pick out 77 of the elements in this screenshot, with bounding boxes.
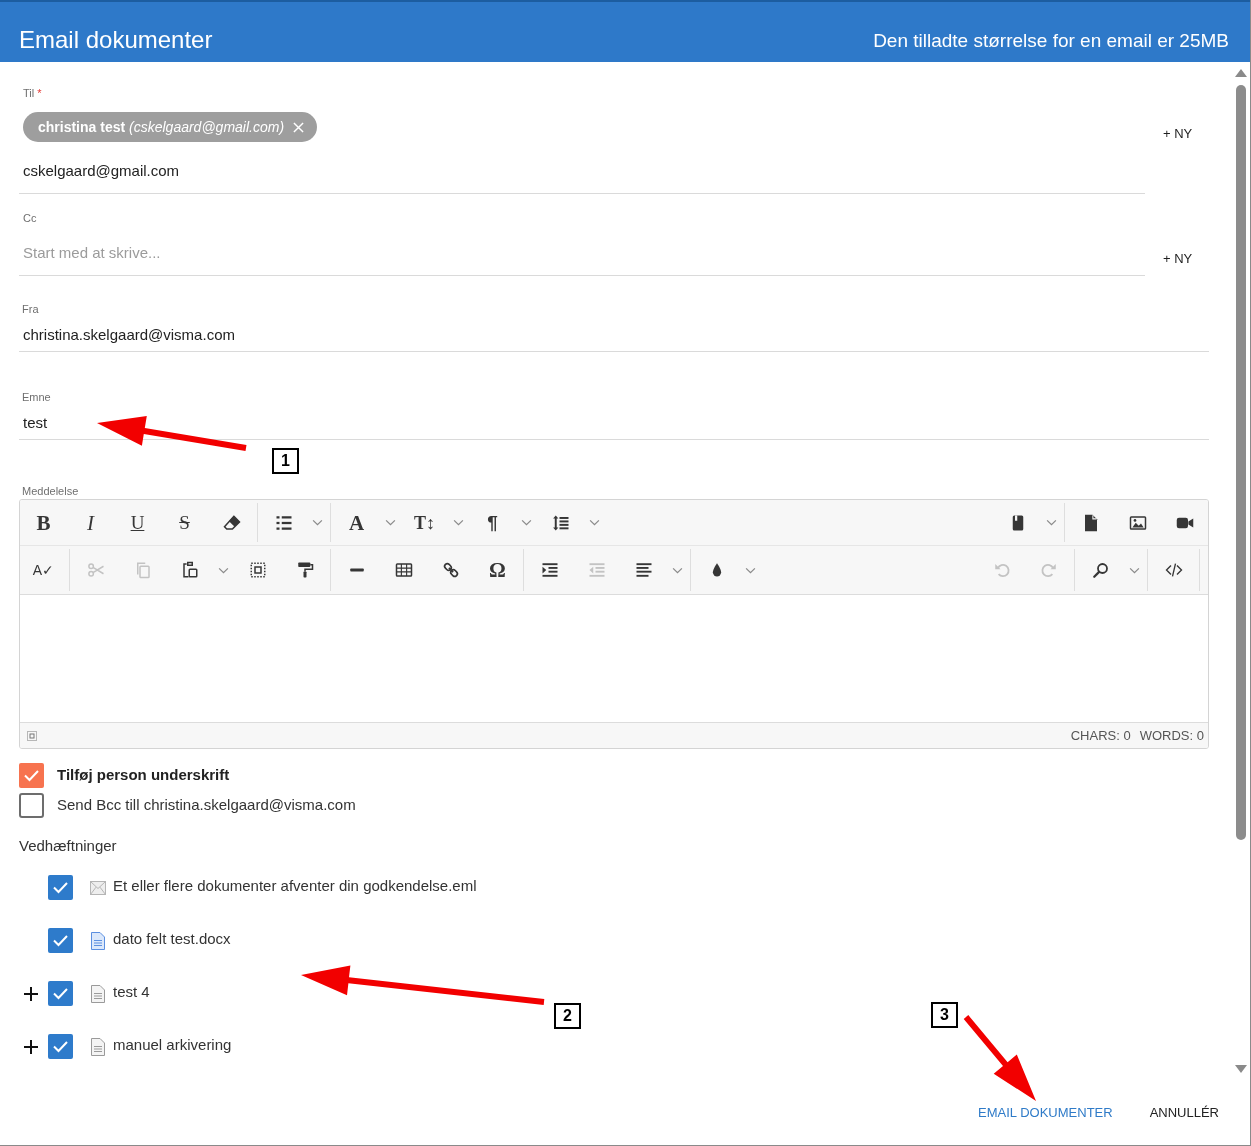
numbered-list-icon[interactable] — [274, 513, 293, 532]
caret-icon[interactable] — [672, 566, 683, 574]
checkbox[interactable] — [48, 875, 73, 900]
font-button[interactable]: A — [348, 510, 365, 535]
status-count: CHARS: 0 — [1070, 726, 1131, 745]
checkbox[interactable] — [19, 763, 44, 788]
eraser-icon[interactable] — [222, 513, 241, 532]
size-limit-note: Den tilladte størrelse for en email er 25MB — [873, 29, 1229, 53]
field-label: Til — [23, 86, 35, 100]
align-left-icon[interactable] — [634, 561, 653, 579]
paint-roller-icon[interactable] — [295, 561, 314, 579]
scroll-up-arrow-icon[interactable] — [1235, 69, 1247, 77]
caret-icon[interactable] — [745, 566, 756, 574]
attachment-name: Et eller flere dokumenter afventer din godkendelse.eml — [113, 875, 477, 896]
field-label: Cc — [23, 211, 37, 225]
spellcheck-button[interactable]: A✓ — [32, 558, 55, 582]
callout-number: 1 — [272, 448, 299, 474]
option-label: Send Bcc till christina.skelgaard@visma.com — [57, 795, 356, 816]
code-icon[interactable] — [1164, 561, 1183, 579]
add-recipient-button[interactable]: + NY — [1159, 123, 1197, 144]
underline-button[interactable]: U — [130, 510, 145, 535]
status-count: WORDS: 0 — [1139, 726, 1204, 745]
document-icon — [91, 931, 105, 950]
font-size-button[interactable]: T↕ — [414, 510, 435, 535]
caret-icon[interactable] — [385, 519, 396, 526]
indent-icon[interactable] — [540, 561, 559, 579]
caret-icon[interactable] — [312, 519, 323, 526]
email-documents-button[interactable]: EMAIL DOKUMENTER — [970, 1096, 1121, 1129]
field-label: Emne — [21, 390, 51, 404]
recipient-input[interactable]: cskelgaard@gmail.com — [19, 154, 1145, 186]
line-spacing-icon[interactable] — [551, 513, 570, 532]
field-label: Fra — [21, 302, 39, 316]
caret-icon[interactable] — [218, 566, 229, 574]
caret-icon[interactable] — [521, 519, 532, 526]
plus-icon[interactable] — [24, 1039, 38, 1054]
caret-icon[interactable] — [1129, 566, 1140, 574]
search-icon[interactable] — [1091, 561, 1110, 579]
attachment-name: manuel arkivering — [113, 1034, 232, 1055]
strikethrough-button[interactable]: S — [179, 510, 190, 535]
special-character-button[interactable]: Ω — [489, 558, 506, 582]
recipient-input[interactable]: Start med at skrive... — [19, 236, 1145, 268]
required-mark: * — [37, 86, 42, 100]
option-label: Tilføj person underskrift — [57, 765, 230, 786]
bold-button[interactable]: B — [36, 510, 51, 535]
document-icon — [91, 984, 105, 1003]
envelope-icon — [90, 880, 106, 895]
clipboard-icon[interactable] — [180, 561, 199, 579]
callout-number: 2 — [554, 1003, 581, 1029]
attachment-name: dato felt test.docx — [113, 928, 231, 949]
add-recipient-button[interactable]: + NY — [1159, 248, 1197, 269]
text-input[interactable]: christina.skelgaard@visma.com — [19, 317, 1209, 352]
checkbox[interactable] — [19, 793, 44, 818]
caret-icon[interactable] — [589, 519, 600, 526]
checkbox[interactable] — [48, 928, 73, 953]
checkbox[interactable] — [48, 1034, 73, 1059]
remove-icon[interactable] — [293, 121, 305, 133]
callout-number: 3 — [931, 1002, 958, 1028]
table-icon[interactable] — [394, 561, 413, 579]
plus-icon[interactable] — [24, 986, 38, 1001]
link-icon[interactable] — [441, 561, 460, 579]
document-icon — [91, 1037, 105, 1056]
select-all-icon[interactable] — [248, 561, 267, 579]
cancel-button[interactable]: ANNULLÉR — [1141, 1096, 1227, 1129]
caret-icon[interactable] — [1046, 519, 1057, 526]
dotted-square-icon — [27, 730, 37, 741]
checkbox[interactable] — [48, 981, 73, 1006]
italic-button[interactable]: I — [87, 510, 94, 535]
field-label: Meddelelse — [21, 484, 79, 498]
paragraph-button[interactable]: ¶ — [487, 510, 498, 535]
image-icon[interactable] — [1128, 513, 1147, 532]
section-title: Vedhæftninger — [19, 836, 117, 856]
dialog-title: Email dokumenter — [19, 25, 213, 55]
attachment-name: test 4 — [113, 981, 150, 1002]
scroll-down-arrow-icon[interactable] — [1235, 1065, 1247, 1073]
scrollbar-thumb[interactable] — [1236, 85, 1246, 840]
caret-icon[interactable] — [453, 519, 464, 526]
chip-label: christina test (cskelgaard@gmail.com) — [38, 118, 285, 136]
